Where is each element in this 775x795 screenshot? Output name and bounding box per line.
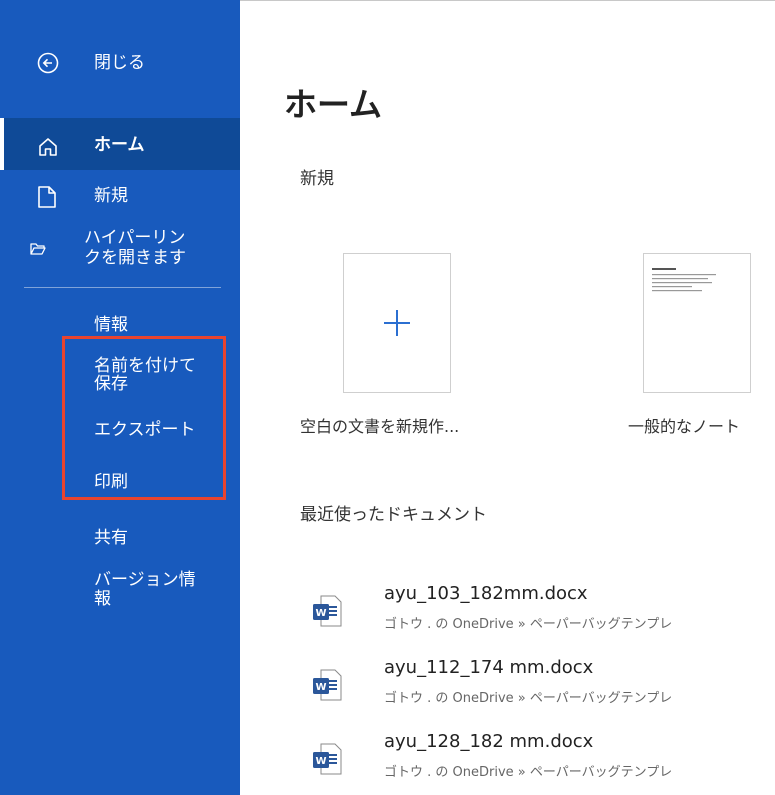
document-name: ayu_103_182mm.docx: [384, 583, 588, 604]
plus-icon: [382, 308, 412, 342]
top-border: [240, 0, 775, 1]
svg-text:W: W: [315, 756, 326, 767]
folder-open-icon: [30, 241, 46, 261]
word-document-icon: W: [312, 595, 342, 631]
backstage-sidebar: 閉じる ホーム 新規 ハイパーリン クを開きます 情報 名前を付けて 保存 エク…: [0, 0, 240, 795]
sidebar-item-version-line2[interactable]: 報: [94, 589, 111, 609]
active-indicator: [0, 118, 4, 170]
open-label-line2: クを開きます: [84, 248, 186, 268]
blank-document-caption: 空白の文書を新規作...: [300, 417, 460, 436]
close-button[interactable]: 閉じる: [0, 48, 240, 80]
recent-document-item[interactable]: W ayu_128_182 mm.docx ゴトウ . の OneDrive »…: [304, 731, 764, 791]
document-location: ゴトウ . の OneDrive » ペーパーバッグテンプレ: [384, 691, 673, 706]
new-document-icon: [37, 185, 57, 214]
home-icon: [37, 136, 59, 163]
new-section-title: 新規: [300, 169, 334, 189]
recent-document-item[interactable]: W ayu_112_174 mm.docx ゴトウ . の OneDrive »…: [304, 657, 764, 717]
sidebar-item-share[interactable]: 共有: [94, 528, 128, 548]
word-document-icon: W: [312, 669, 342, 705]
close-label: 閉じる: [94, 53, 145, 73]
sidebar-item-new[interactable]: 新規: [0, 184, 240, 214]
sidebar-item-version-line1[interactable]: バージョン情: [94, 570, 196, 590]
document-name: ayu_112_174 mm.docx: [384, 657, 594, 678]
page-title: ホーム: [284, 85, 383, 124]
sidebar-item-home[interactable]: ホーム: [0, 118, 240, 170]
open-label-line1: ハイパーリン: [84, 228, 186, 248]
new-label: 新規: [94, 186, 128, 206]
svg-text:W: W: [315, 682, 326, 693]
general-notes-tile[interactable]: [643, 253, 751, 393]
back-arrow-icon: [37, 52, 59, 79]
sidebar-item-info[interactable]: 情報: [94, 315, 128, 335]
general-notes-caption: 一般的なノート: [628, 417, 741, 436]
blank-document-tile[interactable]: [343, 253, 451, 393]
home-label: ホーム: [94, 135, 145, 155]
svg-text:W: W: [315, 608, 326, 619]
document-location: ゴトウ . の OneDrive » ペーパーバッグテンプレ: [384, 617, 673, 632]
template-preview: [652, 268, 716, 292]
document-location: ゴトウ . の OneDrive » ペーパーバッグテンプレ: [384, 765, 673, 780]
sidebar-divider: [24, 287, 221, 288]
recent-section-title: 最近使ったドキュメント: [300, 505, 487, 525]
recent-document-item[interactable]: W ayu_103_182mm.docx ゴトウ . の OneDrive » …: [304, 583, 764, 643]
document-name: ayu_128_182 mm.docx: [384, 731, 594, 752]
highlight-box: [62, 336, 226, 500]
sidebar-item-open-hyperlink[interactable]: ハイパーリン クを開きます: [0, 228, 240, 272]
word-document-icon: W: [312, 743, 342, 779]
